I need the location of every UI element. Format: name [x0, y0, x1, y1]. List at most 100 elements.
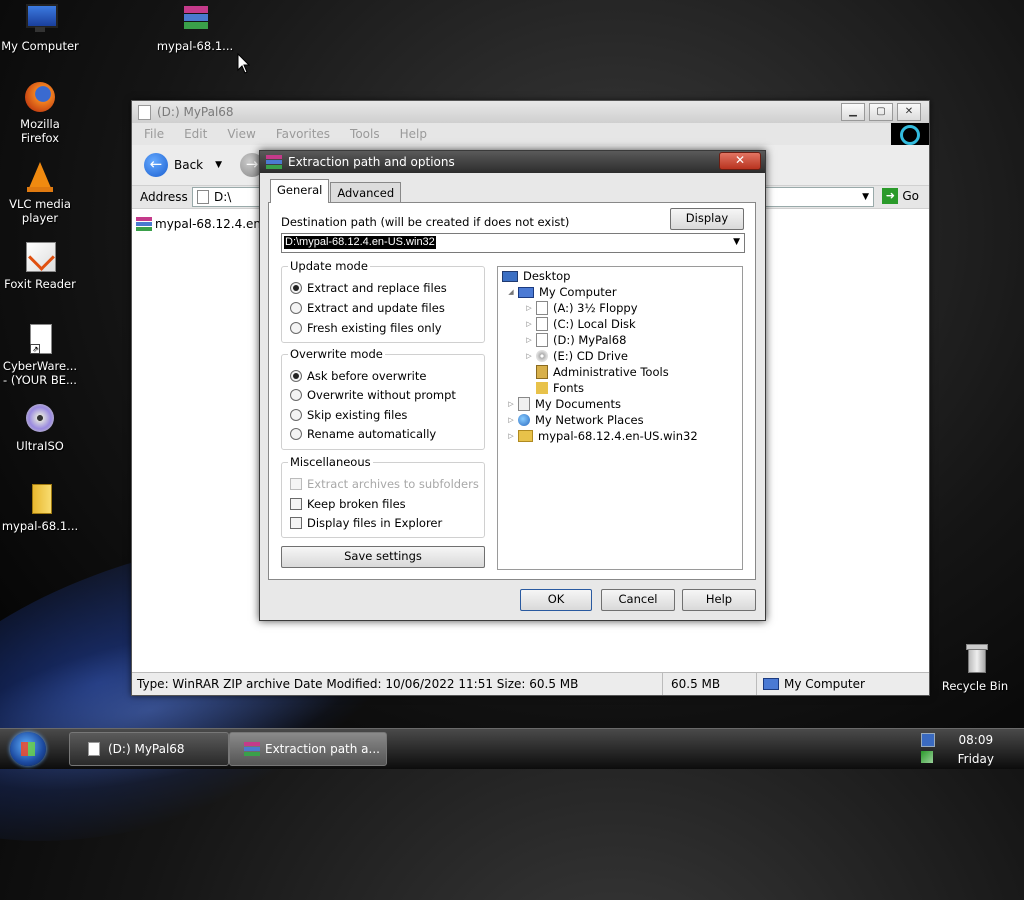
- tree-node-local-disk[interactable]: ▷ (C:) Local Disk: [524, 317, 636, 331]
- go-label: Go: [902, 189, 919, 203]
- menu-view[interactable]: View: [227, 127, 255, 141]
- desktop-icon-cyberware[interactable]: ↗ CyberWare... - (YOUR BE...: [0, 322, 80, 387]
- desktop-icon-label: UltraISO: [16, 439, 64, 453]
- back-arrow-icon[interactable]: ←: [144, 153, 168, 177]
- save-settings-button[interactable]: Save settings: [281, 546, 485, 568]
- drive-icon: [197, 190, 209, 204]
- destination-path-value: D:\mypal-68.12.4.en-US.win32: [284, 236, 436, 249]
- tab-general[interactable]: General: [270, 179, 330, 203]
- maximize-button[interactable]: ▢: [869, 103, 893, 121]
- expand-icon: ▷: [508, 432, 514, 440]
- desktop-icon-vlc[interactable]: VLC media player: [0, 160, 80, 225]
- radio-skip-existing[interactable]: Skip existing files: [290, 408, 407, 422]
- file-item[interactable]: mypal-68.12.4.en-U: [136, 217, 274, 231]
- address-label: Address: [140, 190, 188, 204]
- menu-help[interactable]: Help: [400, 127, 427, 141]
- chevron-down-icon[interactable]: ▼: [733, 234, 740, 251]
- documents-icon: [518, 397, 530, 411]
- desktop-icon-my-computer[interactable]: My Computer: [0, 2, 80, 53]
- checkbox-keep-broken-files[interactable]: Keep broken files: [290, 497, 406, 511]
- back-button-label[interactable]: Back: [174, 158, 203, 172]
- destination-path-combo[interactable]: D:\mypal-68.12.4.en-US.win32 ▼: [281, 233, 745, 253]
- desktop-icon-ultraiso[interactable]: UltraISO: [0, 402, 80, 453]
- recycle-bin-icon: [958, 642, 992, 676]
- radio-extract-replace[interactable]: Extract and replace files: [290, 281, 447, 295]
- radio-ask-before-overwrite[interactable]: Ask before overwrite: [290, 369, 426, 383]
- system-tray: 08:09 Friday: [914, 729, 1024, 769]
- expand-icon: ▷: [508, 416, 514, 424]
- folder-tree[interactable]: Desktop ◢ My Computer ▷ (A:) 3½ Floppy ▷ (C…: [497, 266, 743, 570]
- chevron-down-icon[interactable]: ▼: [215, 160, 222, 170]
- tree-node-floppy[interactable]: ▷ (A:) 3½ Floppy: [524, 301, 638, 315]
- display-button[interactable]: Display: [670, 208, 744, 230]
- my-computer-icon: [763, 678, 779, 690]
- status-location: My Computer: [757, 673, 865, 695]
- ok-button[interactable]: OK: [520, 589, 592, 611]
- desktop-icon-label: My Computer: [1, 39, 79, 53]
- close-button[interactable]: ✕: [897, 103, 921, 121]
- help-button[interactable]: Help: [682, 589, 756, 611]
- menu-tools[interactable]: Tools: [350, 127, 380, 141]
- tree-node-admin-tools[interactable]: Administrative Tools: [536, 365, 669, 379]
- desktop-icon-foxit[interactable]: Foxit Reader: [0, 240, 80, 291]
- clock[interactable]: 08:09 Friday: [958, 731, 994, 769]
- folder-icon: [88, 742, 100, 756]
- desktop-icon-label: mypal-68.1...: [1, 519, 79, 533]
- menu-edit[interactable]: Edit: [184, 127, 207, 141]
- tray-display-icon[interactable]: [921, 733, 935, 747]
- chevron-down-icon[interactable]: ▼: [862, 188, 869, 206]
- tree-node-cd-drive[interactable]: ▷ (E:) CD Drive: [524, 349, 628, 363]
- drive-icon: [536, 333, 548, 347]
- clock-time: 08:09: [958, 733, 994, 747]
- drive-icon: [536, 317, 548, 331]
- radio-fresh-existing[interactable]: Fresh existing files only: [290, 321, 442, 335]
- destination-path-label: Destination path (will be created if doe…: [281, 215, 570, 229]
- taskbar-item-explorer[interactable]: (D:) MyPal68: [69, 732, 229, 766]
- go-button[interactable]: ➜ Go: [882, 188, 919, 204]
- tree-node-mypal-folder[interactable]: ▷ mypal-68.12.4.en-US.win32: [506, 429, 697, 443]
- dialog-close-button[interactable]: ✕: [719, 152, 761, 170]
- extraction-dialog[interactable]: Extraction path and options ✕ General Ad…: [259, 150, 766, 621]
- desktop-icon-firefox[interactable]: Mozilla Firefox: [0, 80, 80, 145]
- start-button[interactable]: [10, 732, 46, 766]
- desktop-icon-mypal-folder[interactable]: mypal-68.1...: [0, 482, 80, 533]
- dialog-titlebar[interactable]: Extraction path and options ✕: [260, 151, 765, 173]
- checkbox-extract-to-subfolders: Extract archives to subfolders: [290, 477, 479, 491]
- tree-node-network-places[interactable]: ▷ My Network Places: [506, 413, 643, 427]
- general-tab-panel: Destination path (will be created if doe…: [268, 202, 756, 580]
- taskbar-item-label: (D:) MyPal68: [108, 742, 185, 756]
- taskbar-item-extraction[interactable]: Extraction path a...: [229, 732, 387, 766]
- tree-node-fonts[interactable]: Fonts: [536, 381, 584, 395]
- desktop-icon-label: VLC media player: [9, 197, 71, 225]
- folder-icon: [518, 430, 533, 442]
- winrar-archive-icon: [178, 2, 212, 36]
- explorer-titlebar[interactable]: (D:) MyPal68 ▁ ▢ ✕: [132, 101, 929, 123]
- admin-tools-icon: [536, 365, 548, 379]
- tree-node-my-documents[interactable]: ▷ My Documents: [506, 397, 621, 411]
- floppy-drive-icon: [536, 301, 548, 315]
- winrar-archive-icon: [136, 217, 152, 231]
- desktop-icon-recycle-bin[interactable]: Recycle Bin: [935, 642, 1015, 693]
- firefox-icon: [23, 80, 57, 114]
- desktop-icon-label: Mozilla Firefox: [20, 117, 60, 145]
- checkbox-display-in-explorer[interactable]: Display files in Explorer: [290, 516, 442, 530]
- network-icon: [518, 414, 530, 426]
- menu-favorites[interactable]: Favorites: [276, 127, 330, 141]
- cancel-button[interactable]: Cancel: [601, 589, 675, 611]
- tree-node-my-computer[interactable]: ◢ My Computer: [506, 285, 616, 299]
- radio-extract-update[interactable]: Extract and update files: [290, 301, 445, 315]
- tree-node-mypal68[interactable]: ▷ (D:) MyPal68: [524, 333, 626, 347]
- miscellaneous-group: Miscellaneous Extract archives to subfol…: [281, 455, 485, 538]
- document-shortcut-icon: ↗: [23, 322, 57, 356]
- desktop-icon-mypal-archive[interactable]: mypal-68.1...: [155, 2, 235, 53]
- menu-file[interactable]: File: [144, 127, 164, 141]
- desktop-icon: [502, 270, 518, 282]
- radio-rename-automatically[interactable]: Rename automatically: [290, 427, 436, 441]
- overwrite-mode-title: Overwrite mode: [288, 347, 385, 361]
- tree-node-desktop[interactable]: Desktop: [502, 269, 570, 283]
- minimize-button[interactable]: ▁: [841, 103, 865, 121]
- ultraiso-disc-icon: [23, 402, 57, 436]
- tray-network-icon[interactable]: [921, 751, 933, 763]
- radio-overwrite-without-prompt[interactable]: Overwrite without prompt: [290, 388, 456, 402]
- tab-advanced[interactable]: Advanced: [330, 182, 402, 203]
